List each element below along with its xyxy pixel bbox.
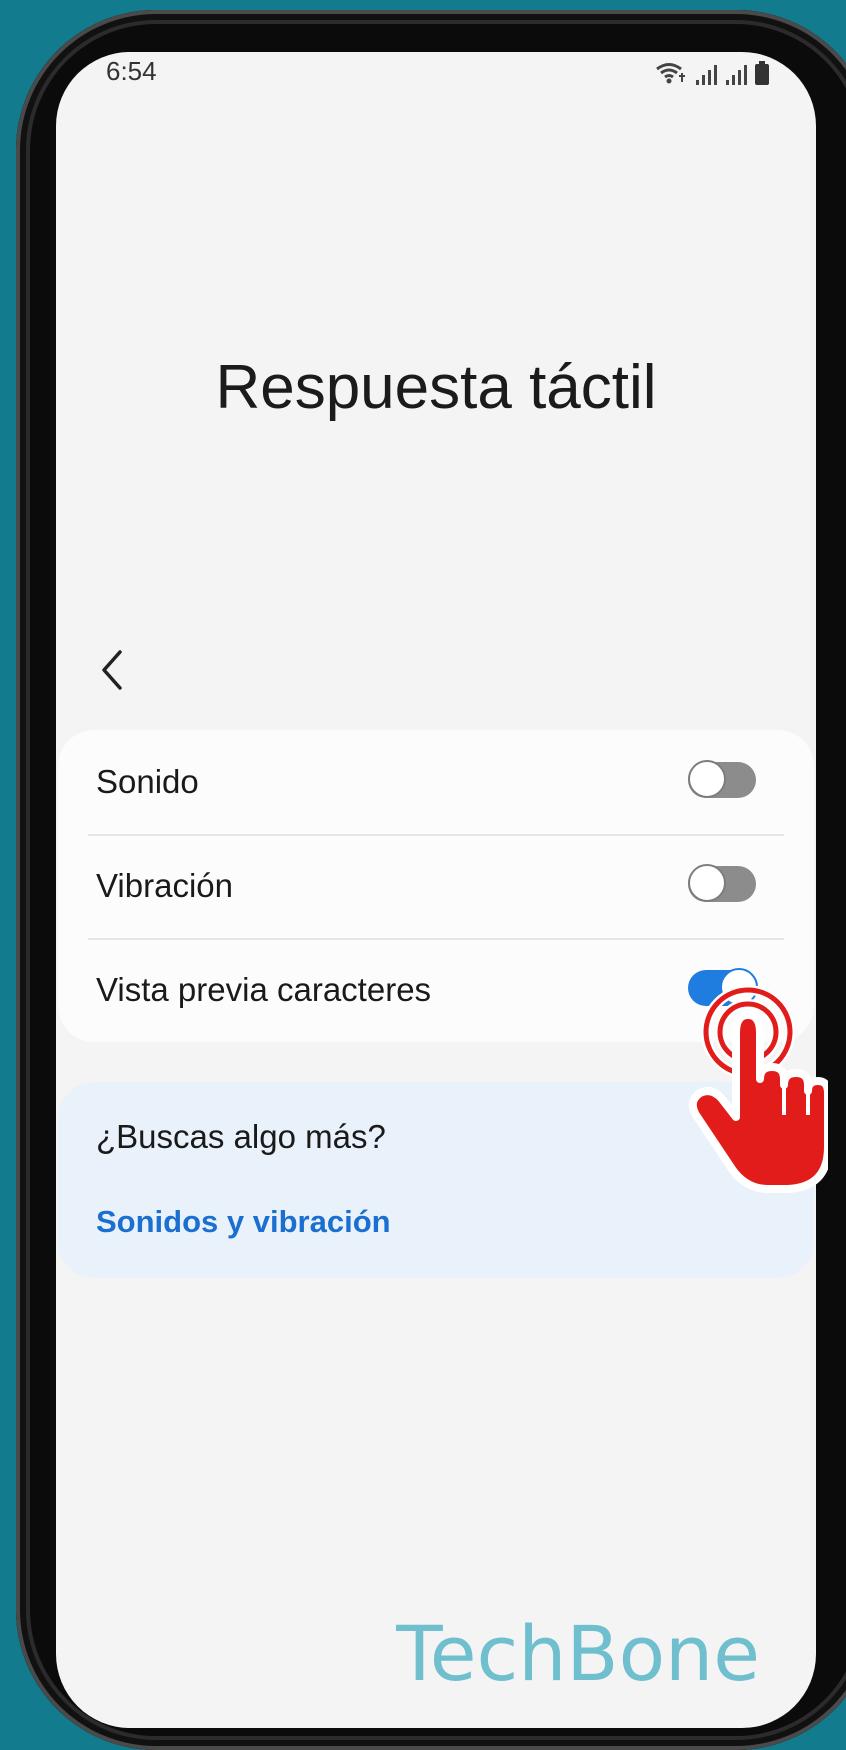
toggle-knob (688, 864, 726, 902)
setting-label: Sonido (96, 763, 199, 800)
battery-icon (754, 60, 770, 86)
more-title: ¿Buscas algo más? (96, 1118, 386, 1155)
watermark-logo: TechBone (396, 1609, 760, 1698)
chevron-left-icon (102, 650, 122, 690)
page-title: Respuesta táctil (215, 353, 657, 422)
vibracion-toggle[interactable] (688, 864, 756, 902)
phone-screen: 6:54 Respuesta táctil Sonido Vibración V… (56, 52, 816, 1728)
sonidos-vibracion-link[interactable]: Sonidos y vibración (96, 1204, 391, 1240)
status-time: 6:54 (106, 56, 157, 86)
tap-hand-icon (688, 985, 828, 1193)
setting-row-vibracion[interactable]: Vibración (58, 834, 814, 938)
setting-label: Vista previa caracteres (96, 971, 432, 1008)
signal-icon (724, 62, 748, 86)
status-bar: 6:54 (56, 52, 816, 112)
setting-label: Vibración (96, 867, 233, 904)
sonido-toggle[interactable] (688, 760, 756, 798)
setting-row-sonido[interactable]: Sonido (58, 730, 814, 834)
wifi-icon (654, 60, 688, 86)
signal-icon (694, 62, 718, 86)
toggle-knob (688, 760, 726, 798)
status-icons (654, 60, 770, 86)
back-button[interactable] (92, 642, 132, 698)
